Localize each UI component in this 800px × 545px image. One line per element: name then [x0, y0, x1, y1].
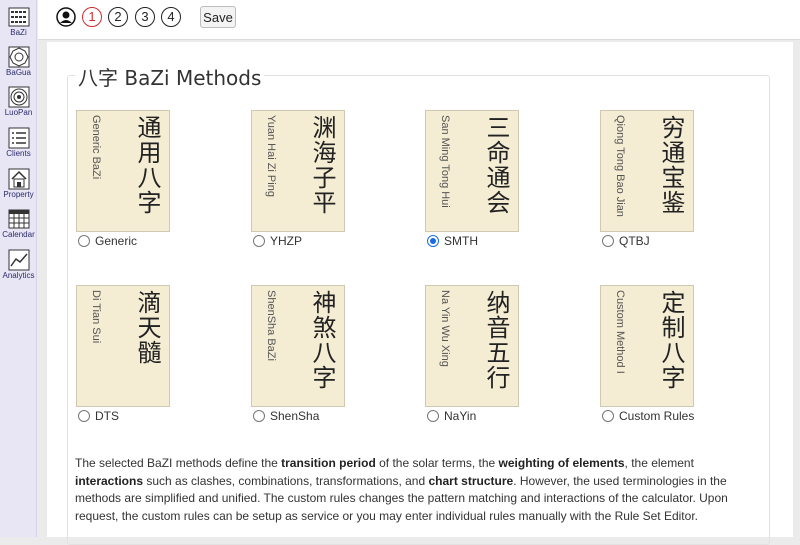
method-latin-name: Di Tian Sui: [90, 290, 102, 344]
method-smth: San Ming Tong Hui 三命通会 SMTH: [425, 110, 585, 248]
method-radio-option[interactable]: SMTH: [427, 234, 478, 248]
method-cjk-name: 三命通会: [482, 115, 510, 215]
step-2-button[interactable]: 2: [108, 7, 128, 27]
top-toolbar: 1 2 3 4 Save: [38, 0, 800, 40]
description-text: such as clashes, combinations, transform…: [143, 473, 429, 488]
method-cjk-name: 定制八字: [657, 290, 685, 390]
description-bold: interactions: [75, 473, 144, 488]
method-custom-rules: Custom Method I 定制八字 Custom Rules: [600, 285, 760, 423]
radio-button[interactable]: [427, 410, 439, 422]
method-tile[interactable]: Di Tian Sui 滴天髓: [76, 285, 170, 407]
sidebar-item-label: BaZi: [10, 28, 27, 37]
method-latin-name: Yuan Hai Zi Ping: [265, 115, 277, 197]
radio-label: SMTH: [444, 234, 478, 248]
method-cjk-name: 穷通宝鉴: [657, 115, 685, 215]
sidebar-item-analytics[interactable]: Analytics: [0, 249, 37, 281]
main-panel: 八字 BaZi Methods Generic BaZi 通用八字 Generi…: [47, 42, 793, 545]
user-avatar-icon[interactable]: [56, 7, 76, 27]
method-cjk-name: 神煞八字: [308, 290, 336, 390]
method-tile[interactable]: ShenSha BaZi 神煞八字: [251, 285, 345, 407]
sidebar-item-label: Property: [3, 190, 34, 199]
sidebar-item-calendar[interactable]: Calendar: [0, 208, 37, 240]
description-bold: chart structure: [428, 473, 514, 488]
method-nayin: Na Yin Wu Xing 纳音五行 NaYin: [425, 285, 585, 423]
sidebar-item-label: Clients: [6, 149, 31, 158]
bazi-grid-icon: [8, 7, 29, 27]
method-cjk-name: 渊海子平: [308, 115, 336, 215]
step-1-button[interactable]: 1: [82, 7, 102, 27]
method-latin-name: Na Yin Wu Xing: [439, 290, 451, 367]
radio-label: ShenSha: [270, 409, 320, 423]
radio-button[interactable]: [602, 235, 614, 247]
sidebar-item-label: BaGua: [6, 68, 31, 77]
method-yhzp: Yuan Hai Zi Ping 渊海子平 YHZP: [251, 110, 411, 248]
description-bold: transition period: [281, 456, 376, 470]
sidebar-item-luopan[interactable]: LuoPan: [0, 86, 37, 118]
radio-label: Generic: [95, 234, 138, 248]
method-tile[interactable]: Generic BaZi 通用八字: [76, 110, 170, 232]
sidebar-item-bagua[interactable]: BaGua: [0, 46, 37, 78]
radio-label: DTS: [95, 409, 119, 423]
method-tile[interactable]: San Ming Tong Hui 三命通会: [425, 110, 519, 232]
description-text: , the element: [624, 456, 694, 470]
radio-label: Custom Rules: [619, 409, 695, 423]
radio-button[interactable]: [78, 235, 90, 247]
step-3-button[interactable]: 3: [135, 7, 155, 27]
property-house-icon: [8, 168, 29, 190]
description-text: of the solar terms, the: [375, 456, 499, 470]
method-radio-option[interactable]: ShenSha: [253, 409, 319, 423]
step-4-button[interactable]: 4: [161, 7, 181, 27]
method-generic: Generic BaZi 通用八字 Generic: [76, 110, 236, 248]
method-radio-option[interactable]: DTS: [78, 409, 119, 423]
method-dts: Di Tian Sui 滴天髓 DTS: [76, 285, 236, 423]
radio-button[interactable]: [78, 410, 90, 422]
luopan-compass-icon: [8, 86, 29, 108]
radio-button[interactable]: [253, 410, 265, 422]
radio-button-selected[interactable]: [427, 235, 439, 247]
sidebar-item-bazi[interactable]: BaZi: [0, 6, 37, 38]
method-latin-name: Generic BaZi: [90, 115, 102, 180]
method-radio-option[interactable]: YHZP: [253, 234, 302, 248]
method-radio-option[interactable]: Generic: [78, 234, 137, 248]
method-tile[interactable]: Na Yin Wu Xing 纳音五行: [425, 285, 519, 407]
sidebar-item-label: Analytics: [2, 271, 35, 280]
bagua-icon: [8, 46, 29, 68]
methods-description: The selected BaZI methods define the tra…: [75, 455, 765, 525]
method-tile[interactable]: Yuan Hai Zi Ping 渊海子平: [251, 110, 345, 232]
method-qtbj: Qiong Tong Bao Jian 穷通宝鉴 QTBJ: [600, 110, 760, 248]
method-cjk-name: 纳音五行: [482, 290, 510, 390]
save-button[interactable]: Save: [200, 6, 236, 28]
method-tile[interactable]: Custom Method I 定制八字: [600, 285, 694, 407]
calendar-grid-icon: [8, 209, 29, 229]
method-latin-name: ShenSha BaZi: [265, 290, 277, 361]
page-title: 八字 BaZi Methods: [75, 62, 265, 91]
method-shensha: ShenSha BaZi 神煞八字 ShenSha: [251, 285, 411, 423]
description-bold: weighting of elements: [498, 456, 625, 470]
radio-button[interactable]: [602, 410, 614, 422]
clients-list-icon: [8, 127, 29, 149]
radio-label: YHZP: [270, 234, 303, 248]
radio-button[interactable]: [253, 235, 265, 247]
method-latin-name: Qiong Tong Bao Jian: [614, 115, 626, 217]
sidebar-item-clients[interactable]: Clients: [0, 127, 37, 159]
method-radio-option[interactable]: QTBJ: [602, 234, 650, 248]
radio-label: QTBJ: [619, 234, 650, 248]
method-cjk-name: 滴天髓: [133, 290, 161, 365]
method-radio-option[interactable]: Custom Rules: [602, 409, 694, 423]
method-latin-name: San Ming Tong Hui: [439, 115, 451, 208]
method-radio-option[interactable]: NaYin: [427, 409, 476, 423]
method-tile[interactable]: Qiong Tong Bao Jian 穷通宝鉴: [600, 110, 694, 232]
sidebar-item-property[interactable]: Property: [0, 168, 37, 200]
description-text: The selected BaZI methods define the: [75, 456, 282, 470]
sidebar: BaZi BaGua LuoPan Clients Property Calen…: [0, 0, 37, 537]
radio-label: NaYin: [444, 409, 477, 423]
analytics-chart-icon: [8, 249, 29, 271]
method-cjk-name: 通用八字: [133, 115, 161, 215]
sidebar-item-label: Calendar: [2, 230, 35, 239]
method-latin-name: Custom Method I: [614, 290, 626, 374]
sidebar-item-label: LuoPan: [4, 108, 33, 117]
